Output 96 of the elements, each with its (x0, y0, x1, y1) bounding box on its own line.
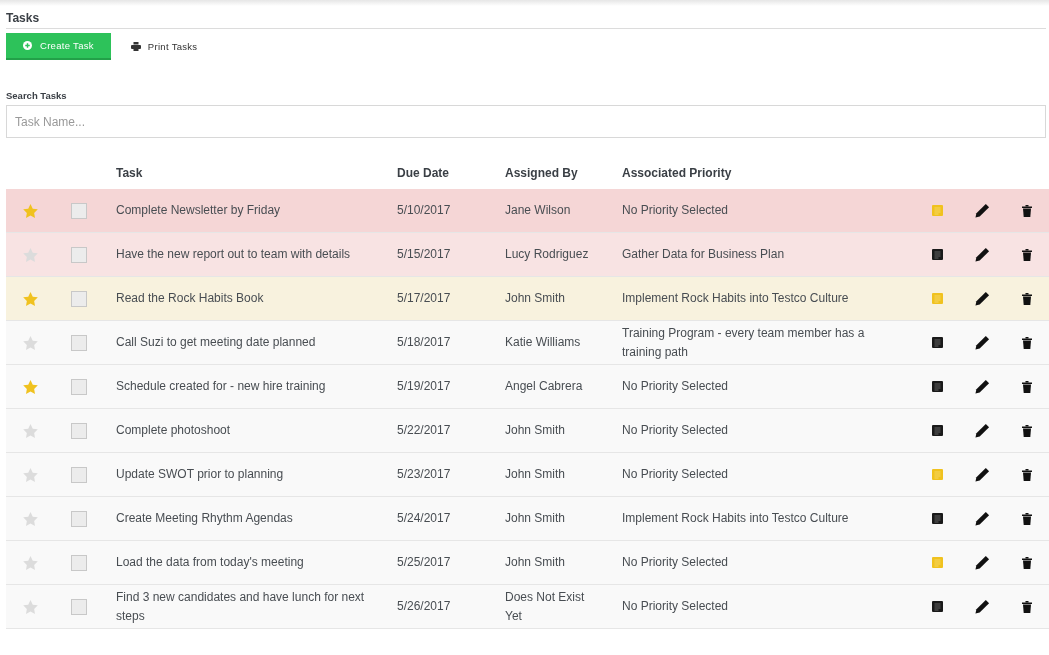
pencil-icon[interactable] (974, 335, 990, 350)
pencil-icon[interactable] (974, 291, 990, 306)
trash-icon[interactable] (1021, 512, 1032, 525)
note-icon[interactable] (932, 513, 943, 524)
page-title: Tasks (6, 10, 40, 27)
pencil-icon[interactable] (974, 511, 990, 526)
note-icon[interactable] (932, 337, 943, 348)
checkbox[interactable] (71, 466, 87, 483)
task-name: Find 3 new candidates and have lunch for next steps (104, 585, 385, 629)
pencil-icon[interactable] (974, 423, 990, 438)
pencil-icon[interactable] (974, 599, 990, 614)
priority: Gather Data for Business Plan (610, 233, 915, 277)
checkbox[interactable] (71, 290, 87, 307)
task-name: Complete Newsletter by Friday (104, 189, 385, 233)
star-icon[interactable] (22, 555, 38, 570)
trash-icon[interactable] (1021, 292, 1032, 305)
star-icon[interactable] (22, 335, 38, 350)
assigned-by: John Smith (493, 541, 610, 585)
checkbox[interactable] (71, 246, 87, 263)
task-name: Read the Rock Habits Book (104, 277, 385, 321)
assigned-by: Does Not Exist Yet (493, 585, 610, 629)
search-label: Search Tasks (6, 90, 67, 101)
assigned-by: Jane Wilson (493, 189, 610, 233)
star-icon[interactable] (22, 379, 38, 394)
checkbox[interactable] (71, 378, 87, 395)
task-name: Complete photoshoot (104, 409, 385, 453)
star-icon[interactable] (22, 423, 38, 438)
search-field[interactable]: Task Name... (6, 105, 1046, 138)
priority: No Priority Selected (610, 541, 915, 585)
note-icon[interactable] (932, 425, 943, 436)
assigned-by: John Smith (493, 497, 610, 541)
star-icon[interactable] (22, 203, 38, 218)
priority: No Priority Selected (610, 409, 915, 453)
task-name: Update SWOT prior to planning (104, 453, 385, 497)
due-date: 5/24/2017 (385, 497, 493, 541)
assigned-by: Angel Cabrera (493, 365, 610, 409)
assigned-by: Katie Williams (493, 321, 610, 365)
task-name: Schedule created for - new hire training (104, 365, 385, 409)
print-tasks-button[interactable]: Print Tasks (130, 41, 198, 52)
priority: Training Program - every team member has a training path (610, 321, 915, 365)
printer-icon (130, 42, 141, 51)
trash-icon[interactable] (1021, 380, 1032, 393)
pencil-icon[interactable] (974, 467, 990, 482)
checkbox[interactable] (71, 554, 87, 571)
star-icon[interactable] (22, 599, 38, 614)
pencil-icon[interactable] (974, 203, 990, 218)
plus-circle-icon (23, 41, 32, 50)
checkbox[interactable] (71, 202, 87, 219)
trash-icon[interactable] (1021, 600, 1032, 613)
column-header: Task (115, 164, 144, 182)
due-date: 5/23/2017 (385, 453, 493, 497)
assigned-by: John Smith (493, 453, 610, 497)
trash-icon[interactable] (1021, 204, 1032, 217)
star-icon[interactable] (22, 247, 38, 262)
due-date: 5/18/2017 (385, 321, 493, 365)
due-date: 5/25/2017 (385, 541, 493, 585)
due-date: 5/17/2017 (385, 277, 493, 321)
checkbox[interactable] (71, 598, 87, 615)
trash-icon[interactable] (1021, 248, 1032, 261)
column-header: Due Date (396, 164, 450, 182)
column-header: Assigned By (504, 164, 579, 182)
due-date: 5/10/2017 (385, 189, 493, 233)
assigned-by: John Smith (493, 409, 610, 453)
task-name: Create Meeting Rhythm Agendas (104, 497, 385, 541)
assigned-by: Lucy Rodriguez (493, 233, 610, 277)
task-name: Have the new report out to team with details (104, 233, 385, 277)
checkbox[interactable] (71, 334, 87, 351)
due-date: 5/26/2017 (385, 585, 493, 629)
due-date: 5/15/2017 (385, 233, 493, 277)
priority: No Priority Selected (610, 453, 915, 497)
note-icon[interactable] (932, 381, 943, 392)
assigned-by: John Smith (493, 277, 610, 321)
task-name: Call Suzi to get meeting date planned (104, 321, 385, 365)
priority: No Priority Selected (610, 189, 915, 233)
priority: Implement Rock Habits into Testco Culture (610, 497, 915, 541)
star-icon[interactable] (22, 467, 38, 482)
trash-icon[interactable] (1021, 556, 1032, 569)
checkbox[interactable] (71, 422, 87, 439)
note-icon[interactable] (932, 601, 943, 612)
pencil-icon[interactable] (974, 555, 990, 570)
priority: No Priority Selected (610, 365, 915, 409)
task-name: Load the data from today's meeting (104, 541, 385, 585)
trash-icon[interactable] (1021, 336, 1032, 349)
pencil-icon[interactable] (974, 247, 990, 262)
column-header: Associated Priority (621, 164, 733, 182)
priority: No Priority Selected (610, 585, 915, 629)
trash-icon[interactable] (1021, 424, 1032, 437)
checkbox[interactable] (71, 510, 87, 527)
star-icon[interactable] (22, 511, 38, 526)
note-icon[interactable] (932, 249, 943, 260)
trash-icon[interactable] (1021, 468, 1032, 481)
star-icon[interactable] (22, 291, 38, 306)
pencil-icon[interactable] (974, 379, 990, 394)
due-date: 5/22/2017 (385, 409, 493, 453)
due-date: 5/19/2017 (385, 365, 493, 409)
priority: Implement Rock Habits into Testco Culture (610, 277, 915, 321)
